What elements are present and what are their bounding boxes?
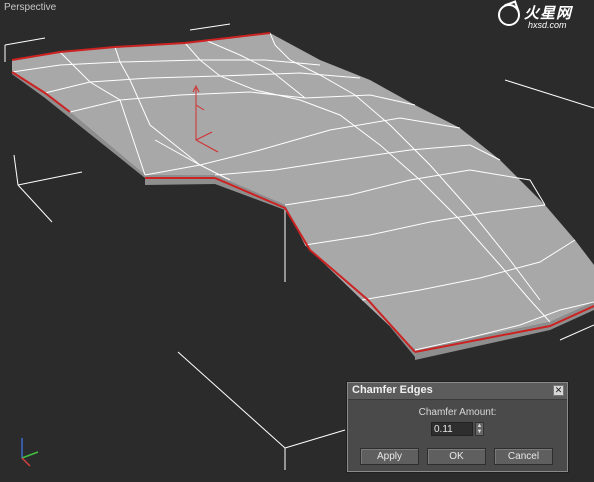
axis-tripod-icon bbox=[21, 438, 39, 467]
perspective-viewport[interactable]: Perspective 火星网 hxsd.com Chamfer Edges ✕… bbox=[0, 0, 594, 482]
viewport-label[interactable]: Perspective bbox=[4, 2, 56, 13]
spinner-arrows[interactable]: ▲ ▼ bbox=[475, 422, 484, 436]
chamfer-amount-label: Chamfer Amount: bbox=[418, 407, 497, 418]
chamfer-edges-dialog: Chamfer Edges ✕ Chamfer Amount: ▲ ▼ Appl… bbox=[347, 382, 568, 472]
apply-button[interactable]: Apply bbox=[360, 448, 419, 465]
ok-button[interactable]: OK bbox=[427, 448, 486, 465]
chamfer-amount-input[interactable] bbox=[431, 422, 473, 436]
dialog-title-bar[interactable]: Chamfer Edges ✕ bbox=[348, 383, 567, 400]
close-icon[interactable]: ✕ bbox=[553, 385, 564, 396]
chamfer-amount-spinner: ▲ ▼ bbox=[431, 422, 485, 436]
spinner-down-icon[interactable]: ▼ bbox=[476, 429, 483, 435]
cancel-button[interactable]: Cancel bbox=[494, 448, 553, 465]
dialog-title: Chamfer Edges bbox=[352, 384, 433, 396]
watermark-logo: 火星网 hxsd.com bbox=[498, 2, 590, 32]
logo-icon bbox=[498, 4, 520, 26]
watermark-site: hxsd.com bbox=[528, 20, 567, 30]
